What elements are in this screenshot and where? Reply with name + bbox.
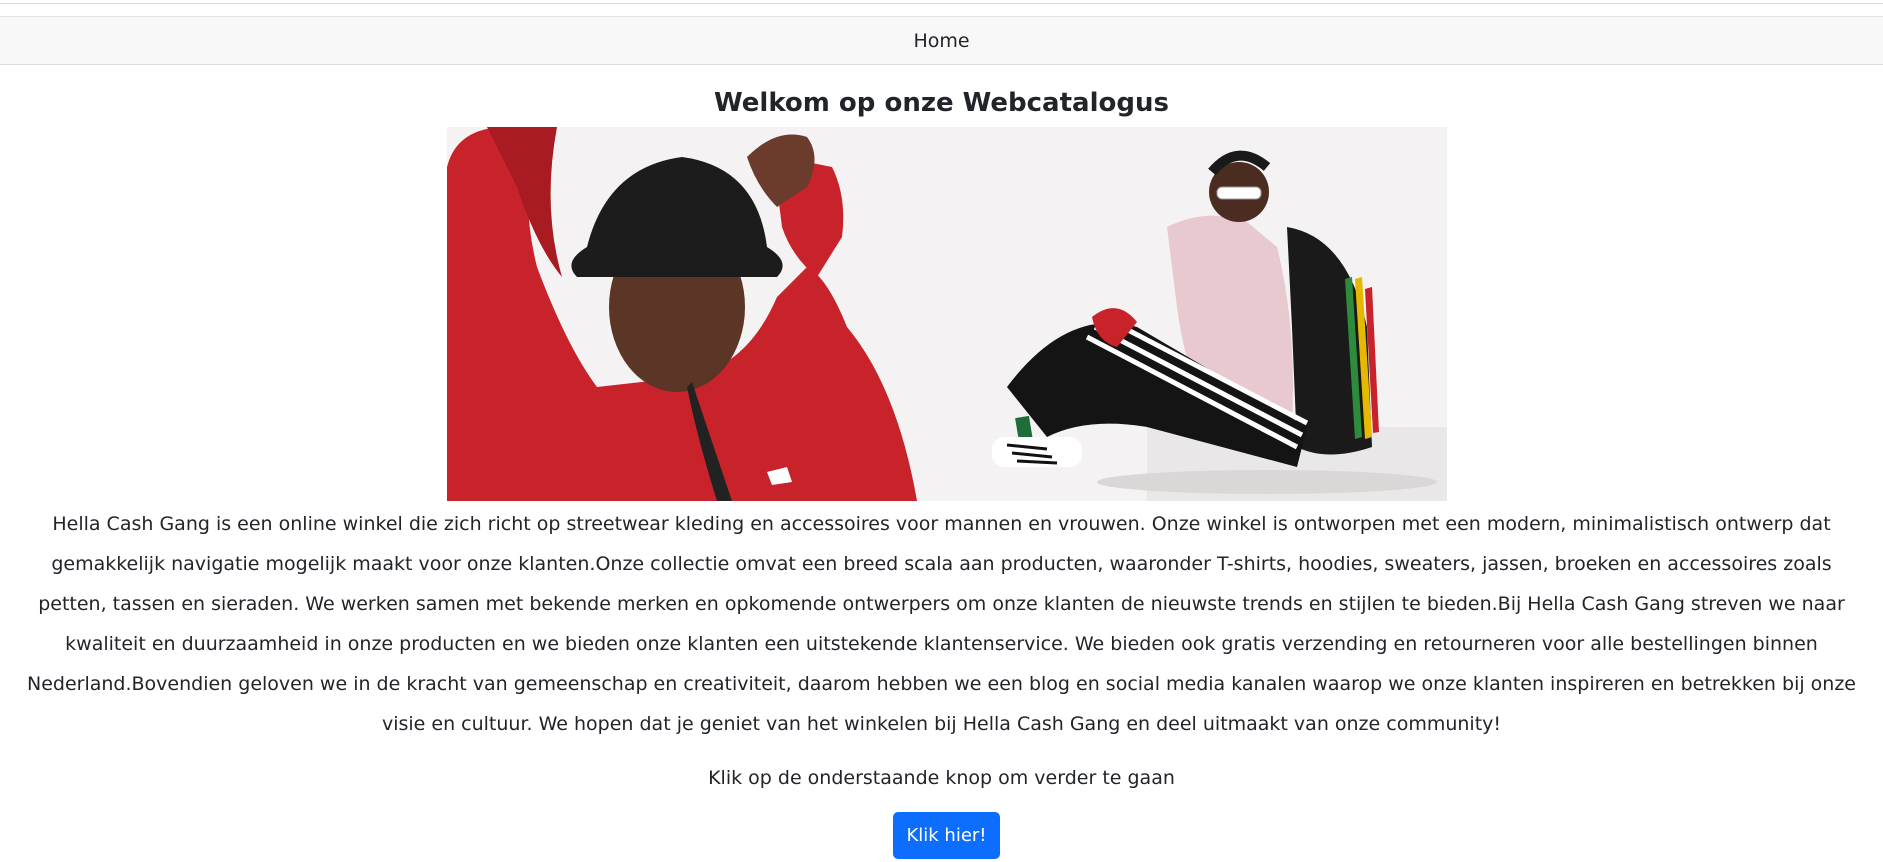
hero-image xyxy=(447,127,1447,501)
continue-button[interactable]: Klik hier! xyxy=(893,812,1000,859)
navbar: Home xyxy=(0,16,1883,65)
nav-home-link[interactable]: Home xyxy=(913,30,969,52)
store-description: Hella Cash Gang is een online winkel die… xyxy=(26,513,1856,735)
browser-top-edge xyxy=(0,0,1883,4)
continue-instruction: Klik op de onderstaande knop om verder t… xyxy=(708,767,1175,789)
page-title: Welkom op onze Webcatalogus xyxy=(714,88,1169,118)
